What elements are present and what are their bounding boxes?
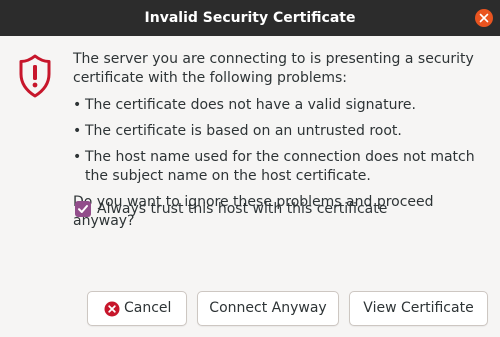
cancel-button-label: Cancel <box>124 300 172 316</box>
dialog-body: The server you are connecting to is pres… <box>0 36 500 337</box>
problem-item: • The certificate does not have a valid … <box>73 96 488 115</box>
bullet-glyph: • <box>73 97 82 113</box>
trust-host-label[interactable]: Always trust this host with this certifi… <box>97 199 387 219</box>
checkmark-icon <box>78 205 88 213</box>
bullet-glyph: • <box>73 149 82 165</box>
window-title: Invalid Security Certificate <box>144 10 356 26</box>
trust-host-checkbox[interactable] <box>75 201 91 217</box>
problem-item: • The certificate is based on an untrust… <box>73 122 488 141</box>
close-icon <box>479 13 489 23</box>
problem-text: The certificate is based on an untrusted… <box>85 123 402 139</box>
title-bar: Invalid Security Certificate <box>0 0 500 36</box>
problem-item: • The host name used for the connection … <box>73 148 488 186</box>
problem-text: The host name used for the connection do… <box>85 149 475 184</box>
window-close-button[interactable] <box>475 9 493 27</box>
shield-warning-icon <box>19 54 51 98</box>
cancel-icon <box>104 301 120 317</box>
cancel-button[interactable]: Cancel <box>87 291 187 326</box>
connect-anyway-button[interactable]: Connect Anyway <box>197 291 339 326</box>
bullet-glyph: • <box>73 123 82 139</box>
view-certificate-button[interactable]: View Certificate <box>349 291 488 326</box>
intro-text: The server you are connecting to is pres… <box>73 51 474 86</box>
problem-text: The certificate does not have a valid si… <box>85 97 416 113</box>
